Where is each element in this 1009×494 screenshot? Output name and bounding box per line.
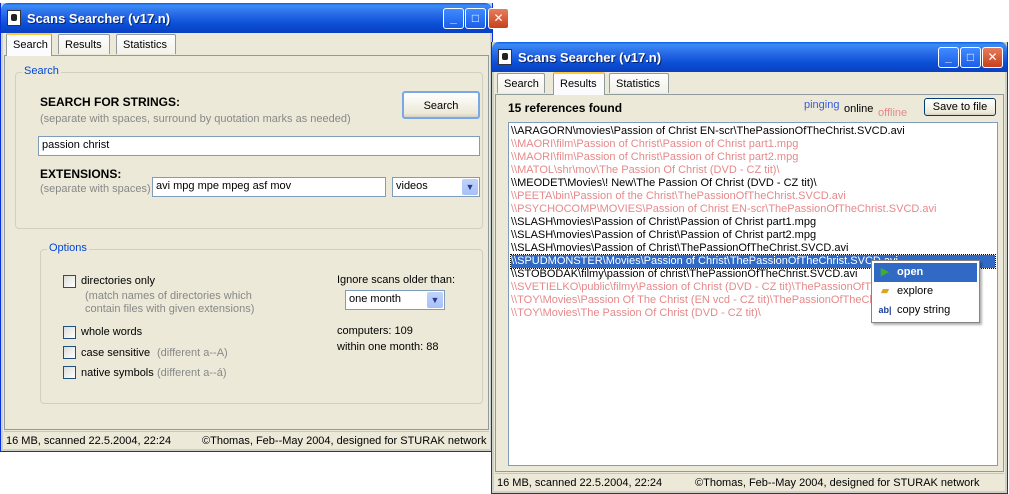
title-bar[interactable]: Scans Searcher (v17.n) _ □ <box>1 3 492 33</box>
tab-strip: Search Results Statistics <box>4 33 489 56</box>
status-bar: 16 MB, scanned 22.5.2004, 22:24 ©Thomas,… <box>4 431 489 450</box>
status-scan-info: 16 MB, scanned 22.5.2004, 22:24 <box>497 477 663 489</box>
tab-statistics[interactable]: Statistics <box>609 73 669 93</box>
strings-hint: (separate with spaces, surround by quota… <box>40 113 351 125</box>
tab-search[interactable]: Search <box>497 73 545 93</box>
results-panel: 15 references found pinging online offli… <box>495 94 1004 472</box>
minimize-button[interactable]: _ <box>443 8 464 29</box>
tab-search-label: Search <box>13 39 48 51</box>
window-title: Scans Searcher (v17.n) <box>518 50 662 65</box>
tab-statistics[interactable]: Statistics <box>116 34 176 54</box>
result-row[interactable]: \\SLASH\movies\Passion of Christ\ThePass… <box>511 242 995 255</box>
context-menu-open[interactable]: ▶ open <box>874 263 977 282</box>
options-group-label: Options <box>47 242 89 254</box>
search-group-label: Search <box>22 65 61 77</box>
tab-search[interactable]: Search <box>6 33 52 56</box>
tab-results-label: Results <box>65 39 102 51</box>
directories-hint-line1: (match names of directories which <box>85 290 252 302</box>
context-menu-explore[interactable]: ▰ explore <box>874 282 977 301</box>
status-copyright: ©Thomas, Feb--May 2004, designed for STU… <box>202 435 487 447</box>
play-icon: ▶ <box>880 266 890 278</box>
tab-statistics-label: Statistics <box>123 39 168 51</box>
extensions-label: EXTENSIONS: <box>40 167 122 181</box>
ignore-scans-label: Ignore scans older than: <box>337 274 456 286</box>
references-found-label: 15 references found <box>508 101 623 115</box>
whole-words-label[interactable]: whole words <box>81 326 142 338</box>
extensions-input[interactable]: avi mpg mpe mpeg asf mov <box>152 177 386 197</box>
search-input[interactable]: passion christ <box>38 136 480 156</box>
context-menu-copy-string[interactable]: ab| copy string <box>874 301 977 320</box>
tab-strip: Search Results Statistics <box>495 72 1004 95</box>
extensions-hint: (separate with spaces) <box>40 183 151 195</box>
ignore-scans-select[interactable]: one month ▼ <box>345 290 445 310</box>
case-sensitive-checkbox[interactable] <box>63 346 76 359</box>
directories-only-label[interactable]: directories only <box>81 275 155 287</box>
computers-count: computers: 109 <box>337 325 413 337</box>
tab-results-label: Results <box>560 78 597 90</box>
status-scan-info: 16 MB, scanned 22.5.2004, 22:24 <box>6 435 172 447</box>
result-row[interactable]: \\MATOL\shr\mov\The Passion Of Christ (D… <box>511 164 995 177</box>
maximize-button[interactable]: □ <box>960 47 981 68</box>
save-to-file-button[interactable]: Save to file <box>924 98 996 116</box>
close-button[interactable]: ✕ <box>488 8 509 29</box>
context-menu: ▶ open ▰ explore ab| copy string <box>871 260 980 323</box>
context-explore-label: explore <box>897 285 934 297</box>
directories-only-checkbox[interactable] <box>63 275 76 288</box>
result-row[interactable]: \\PSYCHOCOMP\MOVIES\Passion of Christ EN… <box>511 203 995 216</box>
tab-results[interactable]: Results <box>553 72 605 95</box>
search-panel: Search SEARCH FOR STRINGS: (separate wit… <box>4 55 489 430</box>
ignore-scans-value: one month <box>349 293 401 305</box>
offline-status: offline <box>878 107 908 119</box>
search-button-label: Search <box>423 100 459 112</box>
native-symbols-hint: (different a--á) <box>157 367 227 379</box>
minimize-button[interactable]: _ <box>938 47 959 68</box>
close-button[interactable]: ✕ <box>982 47 1003 68</box>
search-for-strings-label: SEARCH FOR STRINGS: <box>40 95 181 109</box>
status-bar: 16 MB, scanned 22.5.2004, 22:24 ©Thomas,… <box>495 473 1004 492</box>
text-cursor-icon: ab| <box>878 305 892 315</box>
search-group: Search SEARCH FOR STRINGS: (separate wit… <box>15 65 483 229</box>
within-month-count: within one month: 88 <box>337 341 439 353</box>
case-sensitive-hint: (different a--A) <box>157 347 228 359</box>
window-search: Scans Searcher (v17.n) _ □ ✕ Search Resu… <box>0 3 509 452</box>
tab-results[interactable]: Results <box>58 34 110 54</box>
app-icon <box>498 49 512 65</box>
chevron-down-icon[interactable]: ▼ <box>462 179 478 195</box>
native-symbols-checkbox[interactable] <box>63 366 76 379</box>
extensions-preset-select[interactable]: videos ▼ <box>392 177 480 197</box>
search-button[interactable]: Search <box>402 91 480 119</box>
maximize-button[interactable]: □ <box>465 8 486 29</box>
result-row[interactable]: \\SLASH\movies\Passion of Christ\Passion… <box>511 229 995 242</box>
case-sensitive-label[interactable]: case sensitive <box>81 347 150 359</box>
result-row[interactable]: \\ARAGORN\movies\Passion of Christ EN-sc… <box>511 125 995 138</box>
directories-hint-line2: contain files with given extensions) <box>85 303 255 315</box>
window-title: Scans Searcher (v17.n) <box>27 11 171 26</box>
tab-statistics-label: Statistics <box>616 78 661 90</box>
result-row[interactable]: \\MAORI\film\Passion of Christ\Passion o… <box>511 151 995 164</box>
tab-search-label: Search <box>504 78 539 90</box>
extensions-preset-value: videos <box>396 180 428 192</box>
native-symbols-label[interactable]: native symbols <box>81 367 154 379</box>
chevron-down-icon[interactable]: ▼ <box>427 292 443 308</box>
online-status: online <box>844 103 874 115</box>
app-icon <box>7 10 21 26</box>
title-bar[interactable]: Scans Searcher (v17.n) _ □ ✕ <box>492 42 1007 72</box>
pinging-status: pinging <box>804 99 840 111</box>
result-row[interactable]: \\PEETA\bin\Passion of the Christ\ThePas… <box>511 190 995 203</box>
result-row[interactable]: \\MEODET\Movies\! New\The Passion Of Chr… <box>511 177 995 190</box>
context-copy-label: copy string <box>897 304 951 316</box>
context-open-label: open <box>897 266 924 278</box>
result-row[interactable]: \\SLASH\movies\Passion of Christ\Passion… <box>511 216 995 229</box>
folder-icon: ▰ <box>880 285 890 297</box>
options-group: Options directories only (match names of… <box>40 242 483 404</box>
whole-words-checkbox[interactable] <box>63 326 76 339</box>
status-copyright: ©Thomas, Feb--May 2004, designed for STU… <box>695 477 980 489</box>
save-to-file-label: Save to file <box>932 101 988 113</box>
result-row[interactable]: \\MAORI\film\Passion of Christ\Passion o… <box>511 138 995 151</box>
window-results: Scans Searcher (v17.n) _ □ ✕ Search Resu… <box>491 42 1008 494</box>
